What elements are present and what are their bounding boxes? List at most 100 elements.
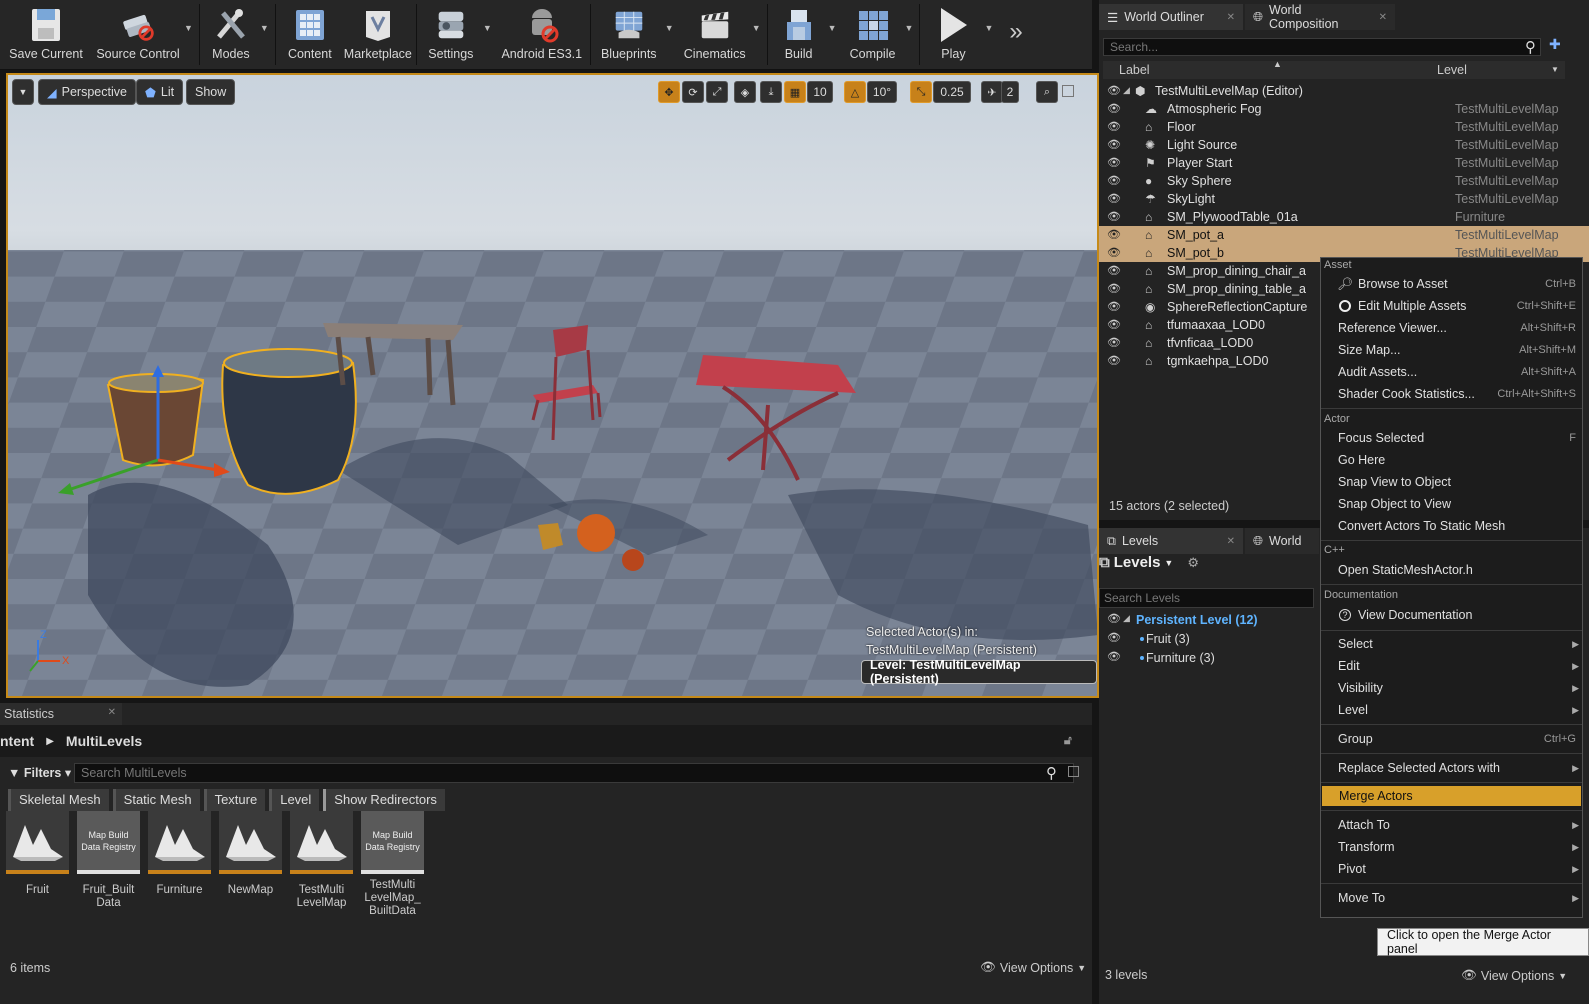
search-icon[interactable]: ⚲ <box>1046 764 1057 782</box>
view-options-button[interactable]: 👁︎ View Options ▼ <box>1461 968 1567 983</box>
eye-icon[interactable]: 👁︎ <box>1107 84 1121 97</box>
close-icon[interactable]: ✕ <box>1227 536 1235 547</box>
grid-snap-icon[interactable]: ▦ <box>784 81 806 103</box>
menu-reference-viewer[interactable]: Reference Viewer... Alt+Shift+R <box>1321 318 1582 338</box>
perspective-button[interactable]: ◢ Perspective <box>38 79 136 105</box>
menu-pivot[interactable]: Pivot ▶ <box>1321 859 1582 879</box>
menu-view-documentation[interactable]: ? View Documentation <box>1321 605 1582 625</box>
eye-icon[interactable]: 👁︎ <box>1107 631 1121 644</box>
eye-icon[interactable]: 👁︎ <box>1107 138 1121 151</box>
content-search-input[interactable]: Search MultiLevels <box>74 763 1074 783</box>
menu-shader-cook-statistics[interactable]: Shader Cook Statistics... Ctrl+Alt+Shift… <box>1321 384 1582 404</box>
menu-merge-actors[interactable]: Merge Actors <box>1322 786 1581 806</box>
save-search-icon[interactable] <box>1068 766 1079 777</box>
expand-arrow-icon[interactable]: ◢ <box>1123 613 1130 624</box>
chip-skeletal-mesh[interactable]: Skeletal Mesh <box>8 789 109 811</box>
modes-dropdown-icon[interactable]: ▼ <box>260 23 273 33</box>
tab-levels[interactable]: ⧉ Levels ✕ <box>1099 528 1243 554</box>
outliner-search-input[interactable]: Search... <box>1103 38 1541 56</box>
menu-select[interactable]: Select ▶ <box>1321 634 1582 654</box>
android-launch-button[interactable]: Android ES3.1 <box>496 0 588 69</box>
chip-show-redirectors[interactable]: Show Redirectors <box>323 789 445 811</box>
cinematics-button[interactable]: Cinematics <box>678 0 752 69</box>
play-dropdown-icon[interactable]: ▼ <box>984 23 997 33</box>
eye-icon[interactable]: 👁︎ <box>1107 246 1121 259</box>
compile-button[interactable]: Compile <box>841 0 905 69</box>
view-options-button[interactable]: 👁︎ View Options ▼ <box>980 960 1086 975</box>
asset-tile[interactable]: TestMulti LevelMap <box>290 811 353 918</box>
cinematics-dropdown-icon[interactable]: ▼ <box>752 23 765 33</box>
filters-button[interactable]: ▼ Filters ▾ <box>8 765 71 780</box>
toolbar-overflow-icon[interactable]: » <box>1009 18 1022 46</box>
close-icon[interactable]: ✕ <box>1379 12 1387 23</box>
eye-icon[interactable]: 👁︎ <box>1107 156 1121 169</box>
menu-attach-to[interactable]: Attach To ▶ <box>1321 815 1582 835</box>
outliner-row[interactable]: 👁︎ ◢ ⬢ TestMultiLevelMap (Editor) <box>1099 82 1589 100</box>
outliner-row[interactable]: 👁︎ ● Sky Sphere TestMultiLevelMap <box>1099 172 1589 190</box>
show-button[interactable]: Show <box>186 79 236 105</box>
menu-open-source-file[interactable]: Open StaticMeshActor.h <box>1321 560 1582 580</box>
build-button[interactable]: Build <box>770 0 828 69</box>
levels-search-input[interactable]: Search Levels <box>1099 588 1314 608</box>
close-icon[interactable]: ✕ <box>1227 12 1235 23</box>
settings-button[interactable]: Settings <box>419 0 483 69</box>
fruit-orange[interactable] <box>577 514 615 552</box>
asset-tile[interactable]: Furniture <box>148 811 211 918</box>
eye-icon[interactable]: 👁︎ <box>1107 612 1121 625</box>
level-settings-icon[interactable]: ⚙ <box>1187 555 1199 571</box>
search-icon[interactable]: ⚲ <box>1525 38 1536 56</box>
outliner-row[interactable]: 👁︎ ☂ SkyLight TestMultiLevelMap <box>1099 190 1589 208</box>
eye-icon[interactable]: 👁︎ <box>1107 228 1121 241</box>
menu-browse-to-asset[interactable]: 🔎︎ Browse to Asset Ctrl+B <box>1321 274 1582 294</box>
column-level[interactable]: Level <box>1437 63 1467 77</box>
menu-group[interactable]: Group Ctrl+G <box>1321 729 1582 749</box>
rotate-mode-icon[interactable]: ⟳ <box>682 81 704 103</box>
eye-icon[interactable]: 👁︎ <box>1107 650 1121 663</box>
chevron-down-icon[interactable]: ▼ <box>1551 65 1559 74</box>
menu-size-map[interactable]: Size Map... Alt+Shift+M <box>1321 340 1582 360</box>
blueprints-dropdown-icon[interactable]: ▼ <box>665 23 678 33</box>
fruit-small[interactable] <box>622 549 644 571</box>
eye-icon[interactable]: 👁︎ <box>1107 282 1121 295</box>
levels-menu-button[interactable]: ⧉ Levels ▼ ⚙ <box>1099 554 1199 571</box>
viewport-options-button[interactable]: ▼ <box>12 79 34 105</box>
outliner-row[interactable]: 👁︎ ✺ Light Source TestMultiLevelMap <box>1099 136 1589 154</box>
compile-dropdown-icon[interactable]: ▼ <box>905 23 918 33</box>
menu-go-here[interactable]: Go Here <box>1321 450 1582 470</box>
rotation-snap-value[interactable]: 10° <box>867 81 897 103</box>
menu-level[interactable]: Level ▶ <box>1321 700 1582 720</box>
marketplace-button[interactable]: Marketplace <box>342 0 414 69</box>
play-button[interactable]: Play <box>922 0 984 69</box>
menu-focus-selected[interactable]: Focus Selected F <box>1321 428 1582 448</box>
maximize-viewport-icon[interactable] <box>1062 85 1074 97</box>
add-actor-icon[interactable]: ✚ <box>1549 36 1561 53</box>
chip-level[interactable]: Level <box>269 789 320 811</box>
viewport-layout-icon[interactable]: ⌕ <box>1036 81 1058 103</box>
level-row[interactable]: 👁︎ Furniture (3) <box>1099 649 1314 667</box>
menu-snap-view-to-object[interactable]: Snap View to Object <box>1321 472 1582 492</box>
menu-audit-assets[interactable]: Audit Assets... Alt+Shift+A <box>1321 362 1582 382</box>
eye-icon[interactable]: 👁︎ <box>1107 174 1121 187</box>
level-row-persistent[interactable]: 👁︎ ◢ Persistent Level (12) <box>1099 611 1314 629</box>
asset-tile[interactable]: Map Build Data Registry Fruit_Built Data <box>77 811 140 918</box>
content-button[interactable]: Content <box>278 0 342 69</box>
lit-button[interactable]: ⬟ Lit <box>136 79 184 105</box>
menu-move-to[interactable]: Move To ▶ <box>1321 888 1582 908</box>
expand-arrow-icon[interactable]: ◢ <box>1123 85 1130 96</box>
menu-replace-selected-actors[interactable]: Replace Selected Actors with ▶ <box>1321 758 1582 778</box>
menu-edit[interactable]: Edit ▶ <box>1321 656 1582 676</box>
close-icon[interactable]: ✕ <box>108 707 116 718</box>
camera-speed-value[interactable]: 2 <box>1001 81 1019 103</box>
chip-static-mesh[interactable]: Static Mesh <box>112 789 200 811</box>
asset-tile[interactable]: Map Build Data Registry TestMulti LevelM… <box>361 811 424 918</box>
eye-icon[interactable]: 👁︎ <box>1107 318 1121 331</box>
settings-dropdown-icon[interactable]: ▼ <box>483 23 496 33</box>
rotation-snap-icon[interactable]: △ <box>844 81 866 103</box>
level-row[interactable]: 👁︎ Fruit (3) <box>1099 630 1314 648</box>
menu-snap-object-to-view[interactable]: Snap Object to View <box>1321 494 1582 514</box>
outliner-row[interactable]: 👁︎ ⚑ Player Start TestMultiLevelMap <box>1099 154 1589 172</box>
menu-edit-multiple-assets[interactable]: Edit Multiple Assets Ctrl+Shift+E <box>1321 296 1582 316</box>
statistics-tab[interactable]: Statistics ✕ <box>0 703 122 725</box>
outliner-row[interactable]: 👁︎ ⌂ Floor TestMultiLevelMap <box>1099 118 1589 136</box>
menu-transform[interactable]: Transform ▶ <box>1321 837 1582 857</box>
